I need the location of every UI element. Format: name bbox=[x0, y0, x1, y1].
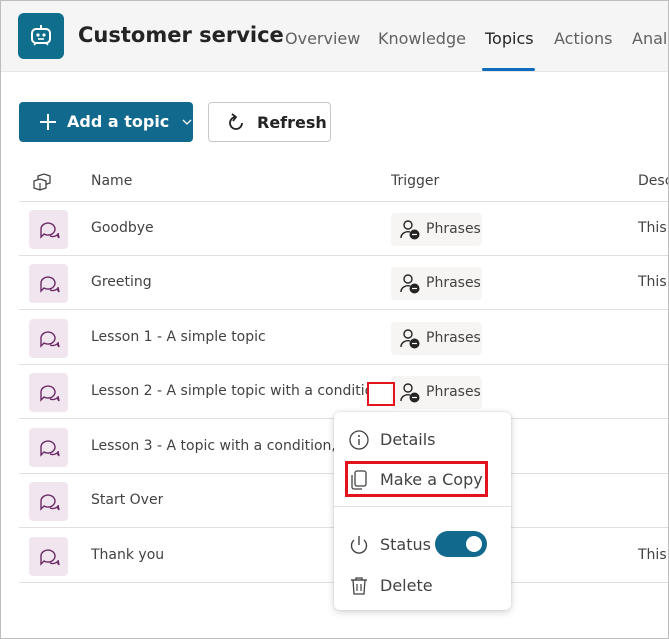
topic-icon bbox=[29, 482, 68, 521]
topic-description: This t bbox=[638, 220, 668, 236]
topic-icon bbox=[29, 210, 68, 249]
trigger-badge: Phrases bbox=[391, 267, 482, 300]
topic-name[interactable]: Lesson 3 - A topic with a condition, va bbox=[91, 438, 338, 454]
trigger-label: Phrases bbox=[426, 221, 481, 237]
trigger-label: Phrases bbox=[426, 275, 481, 291]
menu-item-details[interactable]: Details bbox=[334, 421, 511, 457]
table-header: Name Trigger Desc bbox=[19, 164, 668, 202]
chat-bubbles-icon bbox=[39, 221, 60, 239]
table-row[interactable]: Greeting Phrases This t bbox=[19, 256, 668, 310]
column-trigger[interactable]: Trigger bbox=[391, 173, 439, 189]
tab-topics[interactable]: Topics bbox=[485, 29, 534, 48]
tab-analytics[interactable]: Analy bbox=[632, 29, 668, 48]
refresh-label: Refresh bbox=[257, 113, 327, 132]
chat-bubbles-icon bbox=[39, 548, 60, 566]
info-icon bbox=[349, 430, 369, 450]
chat-bubbles-icon bbox=[39, 439, 60, 457]
trigger-label: Phrases bbox=[426, 384, 481, 400]
topic-description: This t bbox=[638, 547, 668, 563]
context-menu: Details Make a Copy Status Delete bbox=[334, 412, 511, 610]
topic-description: This t bbox=[638, 274, 668, 290]
phrases-icon bbox=[400, 274, 420, 294]
topic-icon bbox=[29, 428, 68, 467]
chat-bubbles-icon bbox=[39, 330, 60, 348]
copy-highlight-box bbox=[345, 461, 488, 497]
topic-name[interactable]: Lesson 2 - A simple topic with a conditi… bbox=[91, 383, 367, 399]
page-title: Customer service bbox=[78, 23, 284, 47]
bot-icon bbox=[31, 25, 51, 46]
trigger-badge: Phrases bbox=[391, 376, 482, 409]
trigger-badge: Phrases bbox=[391, 322, 482, 355]
add-topic-label: Add a topic bbox=[67, 112, 170, 131]
topic-name[interactable]: Greeting bbox=[91, 274, 152, 290]
trigger-badge: Phrases bbox=[391, 213, 482, 246]
phrases-icon bbox=[400, 383, 420, 403]
phrases-icon bbox=[400, 329, 420, 349]
bot-avatar[interactable] bbox=[18, 13, 64, 59]
phrases-icon bbox=[400, 220, 420, 240]
topic-icon bbox=[29, 264, 68, 303]
table-row[interactable]: Goodbye Phrases This t bbox=[19, 202, 668, 256]
tab-actions[interactable]: Actions bbox=[554, 29, 612, 48]
more-options-button[interactable] bbox=[367, 382, 395, 406]
topic-name[interactable]: Lesson 1 - A simple topic bbox=[91, 329, 266, 345]
chevron-down-icon bbox=[182, 119, 192, 125]
chat-bubbles-icon bbox=[39, 275, 60, 293]
app-header: Customer service Overview Knowledge Topi… bbox=[1, 1, 668, 72]
refresh-icon bbox=[229, 113, 243, 130]
trash-icon bbox=[351, 577, 367, 595]
status-toggle[interactable] bbox=[435, 531, 487, 557]
details-label: Details bbox=[380, 430, 436, 449]
topic-icon bbox=[29, 319, 68, 358]
menu-divider bbox=[334, 506, 511, 507]
topic-type-icon bbox=[33, 173, 51, 191]
column-description[interactable]: Desc bbox=[638, 173, 668, 189]
trigger-label: Phrases bbox=[426, 330, 481, 346]
refresh-button[interactable]: Refresh bbox=[208, 102, 331, 142]
chat-bubbles-icon bbox=[39, 384, 60, 402]
table-row[interactable]: Lesson 2 - A simple topic with a conditi… bbox=[19, 365, 668, 419]
tab-knowledge[interactable]: Knowledge bbox=[378, 29, 466, 48]
add-topic-button[interactable]: Add a topic bbox=[19, 102, 193, 142]
column-name[interactable]: Name bbox=[91, 173, 132, 189]
topic-icon bbox=[29, 537, 68, 576]
topic-name[interactable]: Thank you bbox=[91, 547, 164, 563]
active-tab-indicator bbox=[482, 68, 535, 71]
status-label: Status bbox=[380, 535, 431, 554]
power-icon bbox=[350, 536, 368, 554]
topic-name[interactable]: Start Over bbox=[91, 492, 163, 508]
app-window: Customer service Overview Knowledge Topi… bbox=[0, 0, 669, 639]
chat-bubbles-icon bbox=[39, 493, 60, 511]
toggle-knob bbox=[466, 536, 482, 552]
tab-overview[interactable]: Overview bbox=[285, 29, 360, 48]
topic-name[interactable]: Goodbye bbox=[91, 220, 154, 236]
menu-item-delete[interactable]: Delete bbox=[334, 567, 511, 603]
table-row[interactable]: Lesson 1 - A simple topic Phrases bbox=[19, 311, 668, 365]
plus-icon bbox=[40, 114, 56, 130]
topic-icon bbox=[29, 373, 68, 412]
delete-label: Delete bbox=[380, 576, 433, 595]
